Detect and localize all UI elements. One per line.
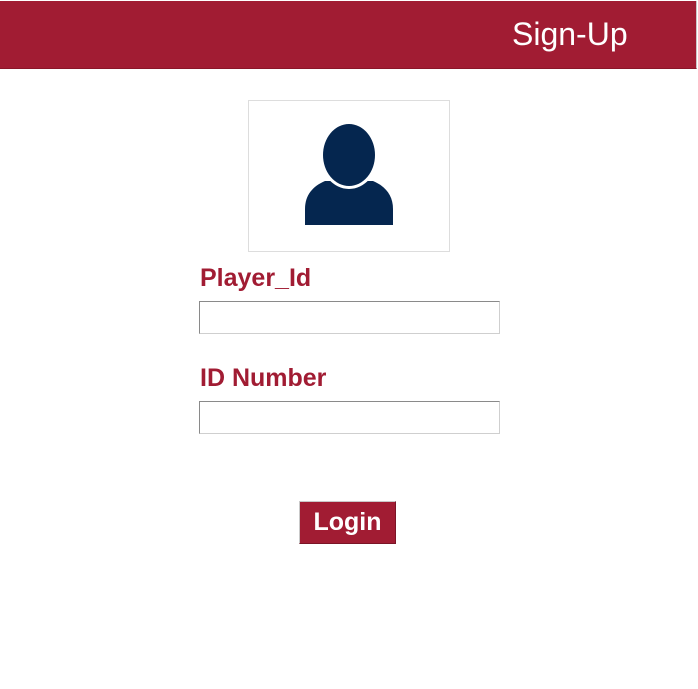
login-button[interactable]: Login [299, 501, 396, 544]
signup-page: Sign-Up Player_Id ID Number Login [0, 0, 698, 689]
page-title: Sign-Up [512, 16, 628, 52]
avatar [248, 100, 450, 252]
user-silhouette-icon [305, 121, 393, 225]
player-id-label: Player_Id [200, 264, 312, 292]
id-number-label: ID Number [200, 364, 327, 392]
header-bar: Sign-Up [0, 1, 697, 69]
id-number-input[interactable] [199, 401, 500, 434]
player-id-input[interactable] [199, 301, 500, 334]
